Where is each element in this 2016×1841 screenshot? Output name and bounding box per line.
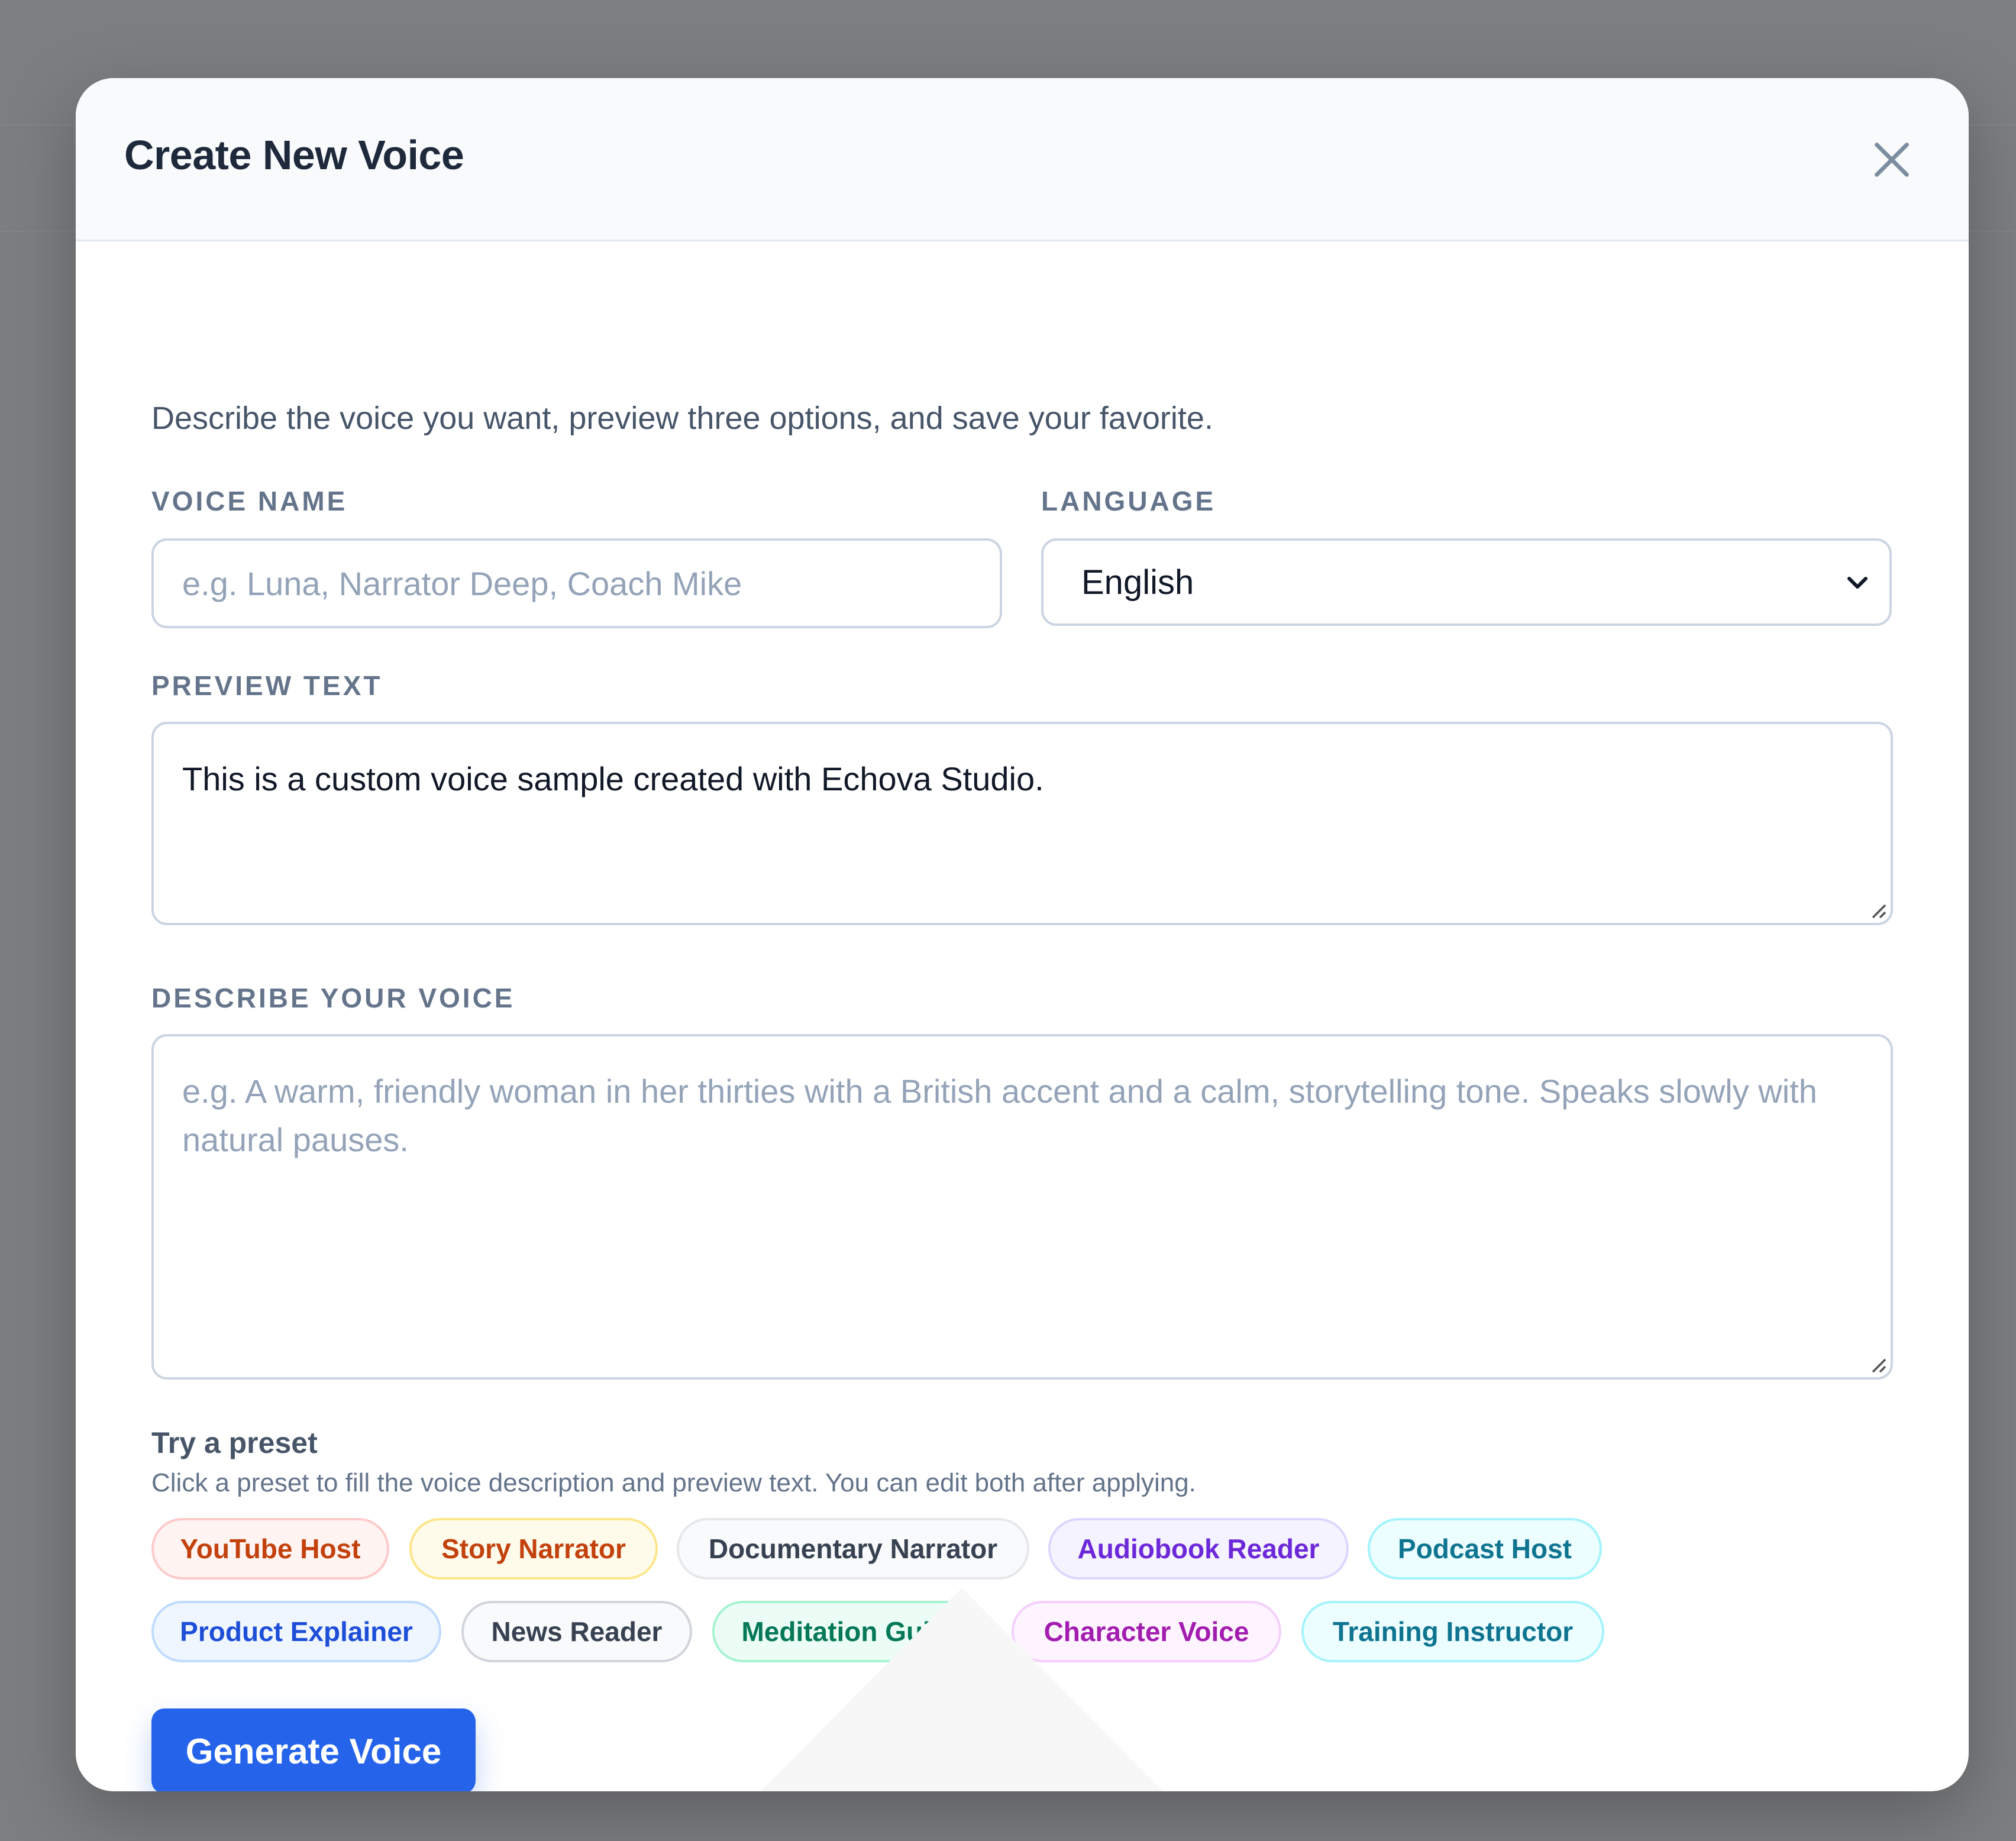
preset-chip-youtube-host[interactable]: YouTube Host: [151, 1518, 389, 1580]
chevron-down-icon: [1847, 577, 1868, 589]
preset-chip-product-explainer[interactable]: Product Explainer: [151, 1601, 441, 1662]
modal-title: Create New Voice: [124, 132, 464, 178]
chip-label: Product Explainer: [180, 1616, 413, 1647]
close-button[interactable]: [1862, 130, 1921, 189]
chip-label: Documentary Narrator: [708, 1533, 998, 1564]
preview-text-area[interactable]: This is a custom voice sample created wi…: [151, 722, 1893, 925]
describe-voice-placeholder: e.g. A warm, friendly woman in her thirt…: [182, 1073, 1817, 1158]
resize-grip-icon[interactable]: [1866, 1352, 1887, 1374]
intro-text: Describe the voice you want, preview thr…: [151, 401, 1213, 436]
preset-chip-story-narrator[interactable]: Story Narrator: [409, 1518, 658, 1580]
generate-voice-button[interactable]: Generate Voice: [151, 1708, 476, 1791]
chip-label: YouTube Host: [180, 1533, 361, 1564]
preset-chip-podcast-host[interactable]: Podcast Host: [1368, 1518, 1602, 1580]
chip-label: Audiobook Reader: [1077, 1533, 1320, 1564]
modal-header: Create New Voice: [76, 78, 1969, 241]
preset-chip-training-instructor[interactable]: Training Instructor: [1301, 1601, 1604, 1662]
resize-grip-icon[interactable]: [1866, 898, 1887, 919]
voice-name-label: VOICE NAME: [151, 486, 348, 516]
language-label: LANGUAGE: [1041, 486, 1216, 516]
language-select[interactable]: English: [1041, 538, 1892, 626]
preset-help-text: Click a preset to fill the voice descrip…: [151, 1468, 1196, 1497]
preset-chip-documentary-narrator[interactable]: Documentary Narrator: [677, 1518, 1029, 1580]
preview-text-value: This is a custom voice sample created wi…: [182, 760, 1044, 797]
preset-title: Try a preset: [151, 1426, 318, 1459]
close-icon: [1875, 143, 1909, 177]
chip-label: Podcast Host: [1398, 1533, 1572, 1564]
describe-voice-label: DESCRIBE YOUR VOICE: [151, 983, 515, 1013]
chip-label: Story Narrator: [441, 1533, 626, 1564]
language-selected-value: English: [1081, 563, 1194, 602]
describe-voice-area[interactable]: e.g. A warm, friendly woman in her thirt…: [151, 1034, 1893, 1380]
modal-body: Describe the voice you want, preview thr…: [151, 241, 1893, 1791]
create-voice-modal: Create New Voice Describe the voice you …: [76, 78, 1969, 1791]
preview-text-label: PREVIEW TEXT: [151, 670, 383, 701]
chip-label: Training Instructor: [1332, 1616, 1574, 1647]
chip-label: News Reader: [491, 1616, 663, 1647]
preset-chip-audiobook-reader[interactable]: Audiobook Reader: [1048, 1518, 1349, 1580]
decorative-shape: [761, 1588, 1163, 1791]
preset-chip-news-reader[interactable]: News Reader: [461, 1601, 692, 1662]
voice-name-input[interactable]: [151, 538, 1002, 628]
